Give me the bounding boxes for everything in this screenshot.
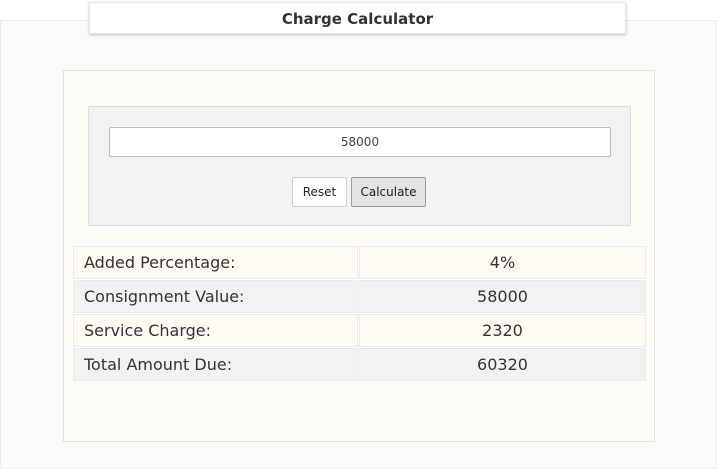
table-row: Service Charge: 2320 — [73, 314, 646, 348]
calculator-panel: Reset Calculate Added Percentage: 4% Con… — [63, 70, 655, 442]
table-row: Added Percentage: 4% — [73, 246, 646, 280]
consignment-value-input[interactable] — [109, 127, 611, 157]
result-label-consignment-value: Consignment Value: — [73, 280, 358, 313]
result-value-consignment-value: 58000 — [359, 280, 646, 313]
result-label-added-percentage: Added Percentage: — [73, 246, 358, 279]
result-label-service-charge: Service Charge: — [73, 314, 358, 347]
table-row: Total Amount Due: 60320 — [73, 348, 646, 382]
result-label-total-amount-due: Total Amount Due: — [73, 348, 358, 381]
result-value-total-amount-due: 60320 — [359, 348, 646, 381]
result-value-service-charge: 2320 — [359, 314, 646, 347]
page-title: Charge Calculator — [89, 2, 626, 34]
calculate-button[interactable]: Calculate — [351, 177, 426, 207]
input-section: Reset Calculate — [88, 106, 631, 226]
result-value-added-percentage: 4% — [359, 246, 646, 279]
table-row: Consignment Value: 58000 — [73, 280, 646, 314]
reset-button[interactable]: Reset — [292, 177, 347, 207]
results-table: Added Percentage: 4% Consignment Value: … — [73, 246, 646, 382]
